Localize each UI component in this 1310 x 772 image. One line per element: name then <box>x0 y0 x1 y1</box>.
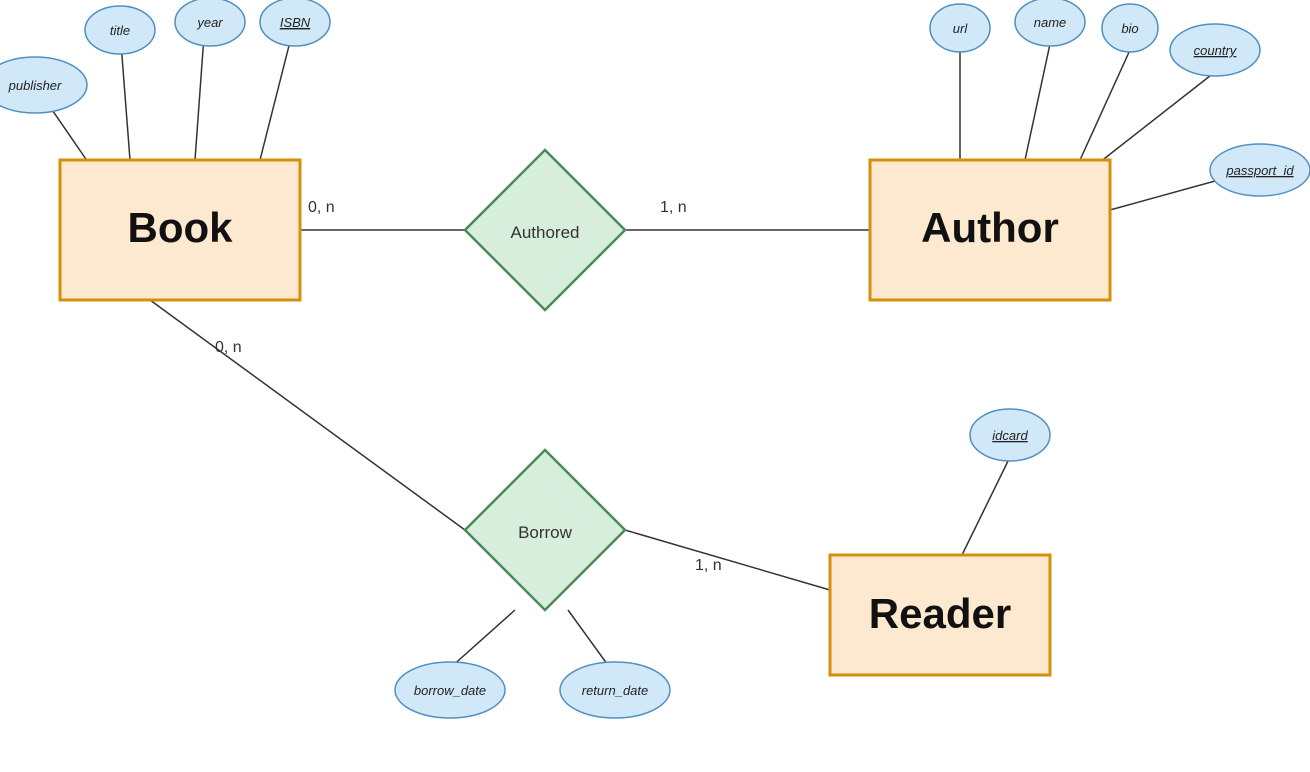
entity-book-label: Book <box>128 204 234 251</box>
attr-bio-label: bio <box>1121 21 1138 36</box>
cardinality-authored-author: 1, n <box>660 199 687 216</box>
attr-borrow-date-label: borrow_date <box>414 683 486 698</box>
attr-year-label: year <box>196 15 223 30</box>
attr-country-label: country <box>1194 43 1238 58</box>
attr-return-date-label: return_date <box>582 683 649 698</box>
attr-name-label: name <box>1034 15 1067 30</box>
cardinality-borrow-reader: 1, n <box>695 557 722 574</box>
attr-title-label: title <box>110 23 130 38</box>
attr-idcard-label: idcard <box>992 428 1028 443</box>
attr-publisher-label: publisher <box>8 78 62 93</box>
attr-isbn-label: ISBN <box>280 15 311 30</box>
cardinality-book-borrow: 0, n <box>215 339 242 356</box>
rel-authored-label: Authored <box>511 223 580 242</box>
cardinality-book-authored: 0, n <box>308 199 335 216</box>
attr-passport-id-label: passport_id <box>1225 163 1294 178</box>
attr-url-label: url <box>953 21 969 36</box>
entity-reader-label: Reader <box>869 590 1011 637</box>
er-diagram: 0, n 1, n 0, n 1, n Book Author Reader A… <box>0 0 1310 772</box>
entity-author-label: Author <box>921 204 1059 251</box>
rel-borrow-label: Borrow <box>518 523 573 542</box>
